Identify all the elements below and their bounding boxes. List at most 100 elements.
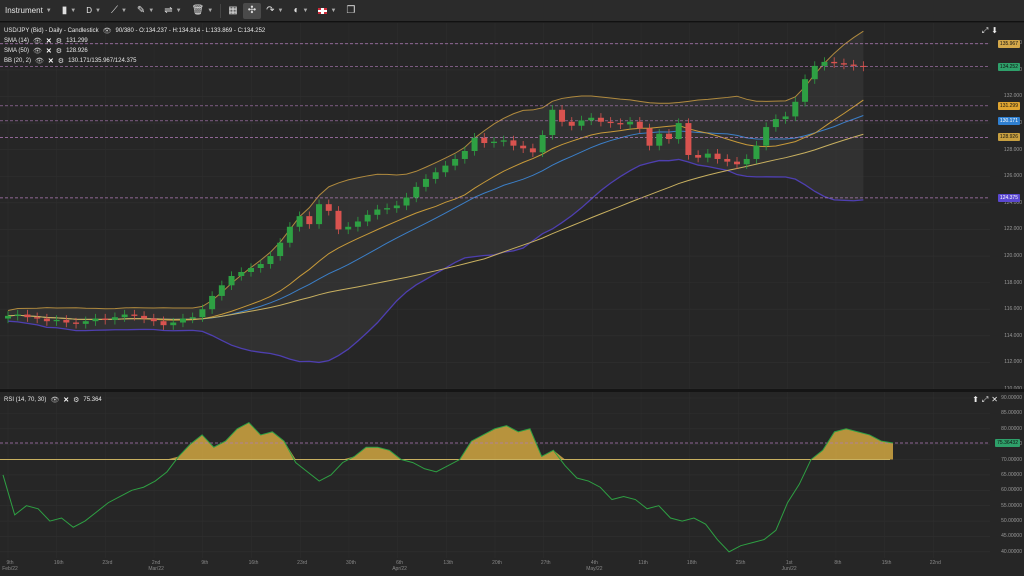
chart-type-menu[interactable]: ▮ ▼ <box>57 3 81 19</box>
crosshair-icon: ✣ <box>247 4 257 16</box>
candle-body <box>267 256 274 265</box>
eye-icon[interactable]: 👁 <box>33 47 42 55</box>
expand-icon[interactable]: ⤢ <box>982 26 988 36</box>
price-tick-label: 122.000 <box>1003 226 1022 233</box>
rsi-chart[interactable] <box>0 392 1024 558</box>
time-tick-label: 23rd <box>297 560 308 566</box>
candle-body <box>218 285 225 296</box>
indicator-row-bb: BB (20, 2) 👁 ✕ ⚙ 130.171/135.967/124.375 <box>4 57 136 65</box>
indicators-icon: ⇌ <box>164 4 173 16</box>
candle-body <box>111 317 118 320</box>
candle-body <box>714 153 721 159</box>
candle-body <box>656 133 663 146</box>
candle-body <box>92 318 99 322</box>
instrument-menu[interactable]: Instrument ▼ <box>0 3 57 19</box>
chevron-down-icon: ▼ <box>120 7 127 14</box>
candle-body <box>286 226 293 243</box>
candle-body <box>393 205 400 209</box>
draw-tool-menu[interactable]: ✎ ▼ <box>132 3 159 19</box>
candle-body <box>335 210 342 230</box>
price-tick-label: 112.000 <box>1004 359 1022 366</box>
eye-icon[interactable]: 👁 <box>103 27 112 35</box>
theme-icon: ◐ <box>293 4 300 16</box>
indicator-name: SMA (50) <box>4 48 30 54</box>
eye-icon[interactable]: 👁 <box>50 396 59 404</box>
eye-icon[interactable]: 👁 <box>35 57 44 65</box>
arrow-up-icon[interactable]: ⬆ <box>972 395 979 405</box>
delete-menu[interactable]: 🗑 ▼ <box>187 3 219 19</box>
rsi-pane[interactable]: RSI (14, 70, 30) 👁 ✕ ⚙ 75.364 ⬆ ⤢ ✕ 90.0… <box>0 392 1024 576</box>
time-tick-label: 27th <box>540 560 551 566</box>
time-tick-label: 13th <box>443 560 454 566</box>
price-chart[interactable] <box>0 23 1024 389</box>
candle-body <box>296 216 303 227</box>
candle-body <box>413 186 420 198</box>
time-tick-label: 22nd <box>929 560 941 566</box>
arrow-down-icon[interactable]: ⬇ <box>991 26 998 36</box>
indicators-menu[interactable]: ⇌ ▼ <box>159 3 186 19</box>
candle-body <box>354 221 361 227</box>
price-tag: 128.926 <box>997 133 1020 142</box>
candle-body <box>141 315 148 319</box>
rsi-tick-label: 50.00000 <box>1001 518 1022 525</box>
candle-body <box>63 319 70 323</box>
chevron-down-icon: ▼ <box>70 7 77 14</box>
candle-body <box>510 140 517 146</box>
gear-icon[interactable]: ⚙ <box>58 57 64 65</box>
theme-menu[interactable]: ◐ ▼ <box>288 3 313 19</box>
candle-body <box>539 135 546 153</box>
indicator-name: BB (20, 2) <box>4 58 32 64</box>
time-tick-label: 6th Apr/22 <box>392 560 407 572</box>
chart-header: USD/JPY (Bid) - Daily - Candlestick 👁 90… <box>4 27 265 35</box>
instrument-label: Instrument <box>5 6 43 15</box>
candle-body <box>73 322 80 324</box>
template-icon: ▦ <box>228 4 238 16</box>
line-tool-menu[interactable]: ⟋ ▼ <box>106 3 132 19</box>
candle-body <box>403 197 410 206</box>
rsi-tick-label: 70.00000 <box>1001 456 1022 463</box>
gear-icon[interactable]: ⚙ <box>73 396 79 404</box>
candle-body <box>753 145 760 159</box>
close-icon[interactable]: ✕ <box>48 57 54 65</box>
timeframe-menu[interactable]: D ▼ <box>81 3 106 19</box>
instrument-title: USD/JPY (Bid) - Daily - Candlestick <box>4 28 99 34</box>
candle-body <box>102 318 109 320</box>
rsi-tick-label: 90.00000 <box>1001 395 1022 401</box>
time-tick-label: 1st Jun/22 <box>781 560 797 572</box>
close-icon[interactable]: ✕ <box>46 37 52 45</box>
rsi-tick-label: 80.00000 <box>1001 425 1022 432</box>
candle-body <box>811 65 818 80</box>
price-tag: 124.375 <box>997 193 1020 202</box>
gear-icon[interactable]: ⚙ <box>56 37 62 45</box>
candle-body <box>34 317 41 319</box>
window-button[interactable]: ❐ <box>341 3 360 19</box>
price-chart-pane[interactable]: USD/JPY (Bid) - Daily - Candlestick 👁 90… <box>0 23 1024 392</box>
close-icon[interactable]: ✕ <box>63 396 69 404</box>
chevron-down-icon: ▼ <box>95 7 101 14</box>
template-button[interactable]: ▦ <box>223 3 242 19</box>
close-icon[interactable]: ✕ <box>46 47 52 55</box>
candle-body <box>850 64 857 66</box>
time-tick-label: 30th <box>346 560 356 566</box>
candle-body <box>384 208 391 210</box>
share-menu[interactable]: ↷ ▼ <box>261 3 288 19</box>
candle-body <box>199 309 206 318</box>
candle-body <box>170 322 177 326</box>
gear-icon[interactable]: ⚙ <box>56 47 62 55</box>
time-tick-label: 9th Feb/22 <box>2 560 18 572</box>
candle-body <box>160 321 167 326</box>
indicator-name: RSI (14, 70, 30) <box>4 397 47 403</box>
eye-icon[interactable]: 👁 <box>33 37 42 45</box>
rsi-line <box>2 421 894 553</box>
language-menu[interactable]: ▼ <box>313 3 341 19</box>
rsi-header: RSI (14, 70, 30) 👁 ✕ ⚙ 75.364 <box>4 396 102 404</box>
crosshair-button[interactable]: ✣ <box>242 2 262 19</box>
time-tick-label: 15th <box>881 560 892 566</box>
chevron-down-icon: ▼ <box>148 7 155 14</box>
time-tick-label: 23rd <box>102 560 113 566</box>
candle-body <box>578 120 585 126</box>
rsi-tick-label: 45.00000 <box>1001 533 1022 540</box>
candle-body <box>675 123 682 140</box>
candle-body <box>597 117 604 122</box>
expand-icon[interactable]: ⤢ <box>982 395 988 405</box>
